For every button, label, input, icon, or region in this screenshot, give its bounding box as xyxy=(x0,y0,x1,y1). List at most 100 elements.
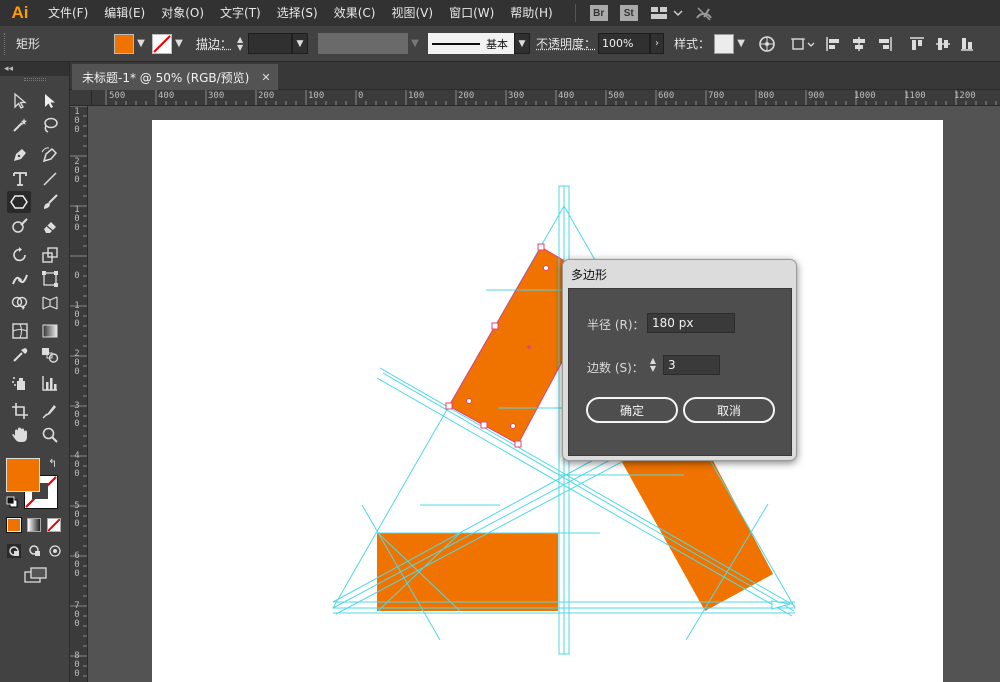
h-ruler-label: 500 xyxy=(608,91,625,101)
screen-mode-icon[interactable] xyxy=(24,566,48,587)
close-tab-icon[interactable]: ✕ xyxy=(261,71,270,84)
v-ruler-label: 700 xyxy=(74,601,80,629)
graphic-style-swatch[interactable] xyxy=(714,33,735,54)
eyedropper-tool-icon[interactable] xyxy=(8,344,32,366)
puppet-warp-tool-icon[interactable] xyxy=(8,268,32,290)
eraser-tool-icon[interactable] xyxy=(38,215,62,237)
draw-behind-icon[interactable] xyxy=(27,543,43,562)
default-fill-stroke-icon[interactable] xyxy=(6,496,18,511)
gpu-performance-icon[interactable] xyxy=(694,4,714,22)
lasso-tool-icon[interactable] xyxy=(38,114,62,136)
opacity-arrow-button[interactable]: › xyxy=(650,33,665,54)
type-tool-icon[interactable] xyxy=(8,168,32,190)
line-segment-tool-icon[interactable] xyxy=(38,168,62,190)
sides-input[interactable]: 3 xyxy=(663,355,720,375)
h-ruler-label: 300 xyxy=(208,91,225,101)
polygon-tool-icon[interactable] xyxy=(7,191,31,213)
perspective-grid-tool-icon[interactable] xyxy=(38,292,62,314)
fill-swatch[interactable] xyxy=(114,33,134,54)
gradient-tool-icon[interactable] xyxy=(38,320,62,342)
cancel-button[interactable]: 取消 xyxy=(683,397,775,423)
shape-builder-tool-icon[interactable] xyxy=(8,292,32,314)
menu-file[interactable]: 文件(F) xyxy=(40,0,96,26)
brush-definition-dropdown[interactable]: 基本 xyxy=(428,33,515,54)
menu-effect[interactable]: 效果(C) xyxy=(326,0,384,26)
menu-window[interactable]: 窗口(W) xyxy=(441,0,502,26)
illustrator-window: Ai 文件(F) 编辑(E) 对象(O) 文字(T) 选择(S) 效果(C) 视… xyxy=(0,0,1000,682)
free-transform-tool-icon[interactable] xyxy=(38,268,62,290)
menu-edit[interactable]: 编辑(E) xyxy=(96,0,153,26)
stroke-label[interactable]: 描边： xyxy=(196,35,232,52)
radius-input[interactable]: 180 px xyxy=(647,313,735,333)
align-top-icon[interactable] xyxy=(908,35,926,53)
blend-tool-icon[interactable] xyxy=(38,344,62,366)
sides-stepper-icon[interactable]: ▲ ▼ xyxy=(647,355,659,375)
draw-inside-icon[interactable] xyxy=(47,543,63,562)
menu-select[interactable]: 选择(S) xyxy=(269,0,326,26)
stroke-weight-stepper-icon[interactable]: ▲ ▼ xyxy=(234,34,246,54)
menu-view[interactable]: 视图(V) xyxy=(383,0,441,26)
h-ruler-label: 500 xyxy=(109,91,126,101)
tools-panel-header[interactable]: ◂◂ xyxy=(0,62,69,76)
dialog-title: 多边形 xyxy=(571,268,608,282)
workspace-layout-icon[interactable] xyxy=(650,5,684,21)
align-to-icon[interactable] xyxy=(790,35,816,53)
stock-button[interactable]: St xyxy=(619,5,638,21)
color-mode-icon[interactable] xyxy=(6,517,22,533)
pen-tool-icon[interactable] xyxy=(8,144,32,166)
align-middle-icon[interactable] xyxy=(934,35,952,53)
align-bottom-icon[interactable] xyxy=(960,35,974,53)
selection-tool-icon[interactable] xyxy=(8,90,32,112)
brush-dropdown-button[interactable]: ▼ xyxy=(514,33,531,54)
rotate-tool-icon[interactable] xyxy=(8,244,32,266)
direct-selection-tool-icon[interactable] xyxy=(38,90,62,112)
opacity-label[interactable]: 不透明度： xyxy=(536,35,596,52)
align-right-icon[interactable] xyxy=(876,35,894,53)
variable-width-profile[interactable] xyxy=(318,33,409,54)
stroke-weight-dropdown[interactable]: ▼ xyxy=(292,33,309,54)
sides-label: 边数 (S)： xyxy=(587,361,644,375)
stroke-weight-input[interactable] xyxy=(248,33,293,54)
document-tab-title: 未标题-1* @ 50% (RGB/预览) xyxy=(82,70,250,85)
swap-fill-stroke-icon[interactable]: ↰ xyxy=(48,457,57,470)
gradient-mode-icon[interactable] xyxy=(27,518,41,532)
slice-tool-icon[interactable] xyxy=(38,400,62,422)
v-ruler-label: 0 xyxy=(74,271,80,281)
ruler-origin[interactable] xyxy=(70,90,92,106)
h-ruler-label: 900 xyxy=(808,91,825,101)
vertical-ruler[interactable]: 100 200 100 0 100 200 300 400 500 600 70… xyxy=(70,106,88,682)
none-mode-icon[interactable] xyxy=(47,518,61,532)
artboard-tool-icon[interactable] xyxy=(8,400,32,422)
style-dropdown-chevron-icon[interactable]: ▼ xyxy=(734,34,748,54)
draw-normal-icon[interactable] xyxy=(6,543,22,562)
bridge-button[interactable]: Br xyxy=(589,5,608,21)
magic-wand-tool-icon[interactable] xyxy=(8,114,32,136)
artboard[interactable] xyxy=(152,120,943,682)
menu-help[interactable]: 帮助(H) xyxy=(502,0,560,26)
align-center-icon[interactable] xyxy=(850,35,868,53)
hand-tool-icon[interactable] xyxy=(8,424,32,446)
profile-dropdown-chevron-icon[interactable]: ▼ xyxy=(408,34,422,54)
stroke-none-swatch[interactable] xyxy=(152,33,172,54)
recolor-artwork-icon[interactable] xyxy=(758,35,776,53)
opacity-input[interactable]: 100% xyxy=(598,33,651,54)
symbol-sprayer-tool-icon[interactable] xyxy=(8,372,32,394)
fill-dropdown-chevron-icon[interactable]: ▼ xyxy=(134,34,148,54)
curvature-tool-icon[interactable] xyxy=(38,144,62,166)
column-graph-tool-icon[interactable] xyxy=(38,372,62,394)
fill-color-box[interactable] xyxy=(6,458,40,492)
mesh-tool-icon[interactable] xyxy=(8,320,32,342)
collapse-panel-icon[interactable]: ◂◂ xyxy=(4,64,13,74)
document-tab[interactable]: 未标题-1* @ 50% (RGB/预览) ✕ xyxy=(72,64,278,90)
document-tab-bar: 未标题-1* @ 50% (RGB/预览) ✕ xyxy=(70,62,1000,90)
zoom-tool-icon[interactable] xyxy=(38,424,62,446)
ok-button[interactable]: 确定 xyxy=(586,397,678,423)
horizontal-ruler[interactable]: 500 400 300 200 100 0 100 200 300 400 50… xyxy=(92,90,1000,106)
menu-object[interactable]: 对象(O) xyxy=(153,0,212,26)
paintbrush-tool-icon[interactable] xyxy=(38,191,62,213)
shaper-tool-icon[interactable] xyxy=(8,215,32,237)
stroke-dropdown-chevron-icon[interactable]: ▼ xyxy=(172,34,186,54)
menu-type[interactable]: 文字(T) xyxy=(212,0,269,26)
scale-tool-icon[interactable] xyxy=(38,244,62,266)
align-left-icon[interactable] xyxy=(824,35,842,53)
